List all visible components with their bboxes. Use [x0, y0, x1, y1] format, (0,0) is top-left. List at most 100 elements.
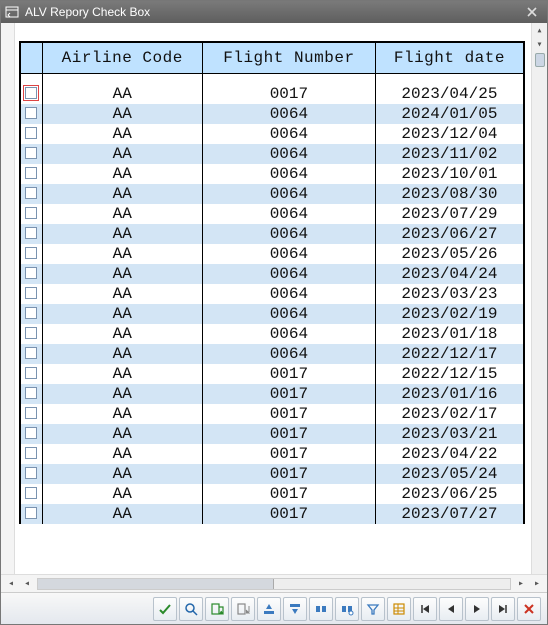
row-checkbox-cell[interactable] [20, 204, 42, 224]
nav-next-button[interactable] [465, 597, 489, 621]
sort-desc-button[interactable] [283, 597, 307, 621]
nav-last-button[interactable] [491, 597, 515, 621]
search-button[interactable] [179, 597, 203, 621]
table-row[interactable]: AA00642023/06/27 [20, 224, 524, 244]
hscroll-track[interactable] [37, 578, 511, 590]
table-row[interactable]: AA00172022/12/15 [20, 364, 524, 384]
nav-prev-button[interactable] [439, 597, 463, 621]
row-checkbox-cell[interactable] [20, 324, 42, 344]
row-checkbox[interactable] [25, 367, 37, 379]
row-checkbox[interactable] [25, 167, 37, 179]
close-window-button[interactable] [521, 3, 543, 21]
row-checkbox[interactable] [25, 347, 37, 359]
row-checkbox-cell[interactable] [20, 364, 42, 384]
row-checkbox-cell[interactable] [20, 424, 42, 444]
export-local-button[interactable] [231, 597, 255, 621]
export-button[interactable] [205, 597, 229, 621]
sort-asc-button[interactable] [257, 597, 281, 621]
row-checkbox-cell[interactable] [20, 184, 42, 204]
table-row[interactable]: AA00172023/06/25 [20, 484, 524, 504]
row-checkbox[interactable] [25, 447, 37, 459]
row-checkbox-cell[interactable] [20, 384, 42, 404]
find-button[interactable] [309, 597, 333, 621]
table-row[interactable]: AA00642023/08/30 [20, 184, 524, 204]
row-checkbox-cell[interactable] [20, 264, 42, 284]
row-checkbox[interactable] [25, 387, 37, 399]
scroll-left-outer-icon[interactable]: ◂ [5, 578, 17, 590]
row-checkbox-cell[interactable] [20, 304, 42, 324]
table-row[interactable]: AA00642023/04/24 [20, 264, 524, 284]
row-checkbox[interactable] [25, 227, 37, 239]
table-row[interactable]: AA00642023/05/26 [20, 244, 524, 264]
table-row[interactable]: AA00642023/11/02 [20, 144, 524, 164]
row-checkbox[interactable] [25, 507, 37, 519]
row-checkbox[interactable] [25, 87, 37, 99]
close-button[interactable] [517, 597, 541, 621]
left-gutter [1, 23, 15, 574]
scroll-down-icon[interactable]: ▾ [534, 39, 546, 51]
row-checkbox[interactable] [25, 187, 37, 199]
horizontal-scrollbar[interactable]: ◂ ◂ ▸ ▸ [1, 574, 547, 592]
row-checkbox[interactable] [25, 267, 37, 279]
table-row[interactable]: AA00172023/07/27 [20, 504, 524, 524]
row-checkbox-cell[interactable] [20, 404, 42, 424]
scroll-up-icon[interactable]: ▴ [534, 25, 546, 37]
row-checkbox[interactable] [25, 427, 37, 439]
cell-flight-date: 2023/10/01 [375, 164, 524, 184]
scroll-right-outer-icon[interactable]: ▸ [531, 578, 543, 590]
table-row[interactable]: AA00642024/01/05 [20, 104, 524, 124]
find-next-button[interactable] [335, 597, 359, 621]
row-checkbox[interactable] [25, 107, 37, 119]
row-checkbox-cell[interactable] [20, 144, 42, 164]
table-row[interactable]: AA00642023/10/01 [20, 164, 524, 184]
row-checkbox-cell[interactable] [20, 484, 42, 504]
cell-flight-date: 2023/01/16 [375, 384, 524, 404]
row-checkbox[interactable] [25, 467, 37, 479]
row-checkbox-cell[interactable] [20, 244, 42, 264]
nav-first-button[interactable] [413, 597, 437, 621]
table-row[interactable]: AA00642023/01/18 [20, 324, 524, 344]
row-checkbox-cell[interactable] [20, 284, 42, 304]
row-checkbox[interactable] [25, 307, 37, 319]
table-row[interactable]: AA00172023/04/22 [20, 444, 524, 464]
header-airline-code[interactable]: Airline Code [42, 42, 202, 74]
hscroll-thumb[interactable] [38, 579, 274, 589]
table-row[interactable]: AA00172023/01/16 [20, 384, 524, 404]
cell-airline-code: AA [42, 384, 202, 404]
row-checkbox[interactable] [25, 127, 37, 139]
header-flight-date[interactable]: Flight date [375, 42, 524, 74]
row-checkbox-cell[interactable] [20, 444, 42, 464]
table-row[interactable]: AA00172023/04/25 [20, 84, 524, 104]
header-flight-number[interactable]: Flight Number [202, 42, 375, 74]
table-row[interactable]: AA00172023/05/24 [20, 464, 524, 484]
row-checkbox[interactable] [25, 407, 37, 419]
scroll-right-icon[interactable]: ▸ [515, 578, 527, 590]
scroll-thumb[interactable] [535, 53, 545, 67]
row-checkbox-cell[interactable] [20, 104, 42, 124]
check-button[interactable] [153, 597, 177, 621]
scroll-left-icon[interactable]: ◂ [21, 578, 33, 590]
layout-button[interactable] [387, 597, 411, 621]
row-checkbox-cell[interactable] [20, 504, 42, 524]
row-checkbox[interactable] [25, 147, 37, 159]
row-checkbox-cell[interactable] [20, 224, 42, 244]
row-checkbox[interactable] [25, 327, 37, 339]
table-row[interactable]: AA00642023/12/04 [20, 124, 524, 144]
filter-button[interactable] [361, 597, 385, 621]
table-row[interactable]: AA00642023/03/23 [20, 284, 524, 304]
table-row[interactable]: AA00642022/12/17 [20, 344, 524, 364]
row-checkbox[interactable] [25, 287, 37, 299]
row-checkbox-cell[interactable] [20, 84, 42, 104]
row-checkbox-cell[interactable] [20, 464, 42, 484]
table-row[interactable]: AA00642023/02/19 [20, 304, 524, 324]
row-checkbox-cell[interactable] [20, 124, 42, 144]
row-checkbox[interactable] [25, 487, 37, 499]
row-checkbox[interactable] [25, 207, 37, 219]
row-checkbox[interactable] [25, 247, 37, 259]
row-checkbox-cell[interactable] [20, 344, 42, 364]
table-row[interactable]: AA00172023/03/21 [20, 424, 524, 444]
table-row[interactable]: AA00172023/02/17 [20, 404, 524, 424]
row-checkbox-cell[interactable] [20, 164, 42, 184]
table-row[interactable]: AA00642023/07/29 [20, 204, 524, 224]
vertical-scrollbar[interactable]: ▴ ▾ [531, 23, 547, 574]
